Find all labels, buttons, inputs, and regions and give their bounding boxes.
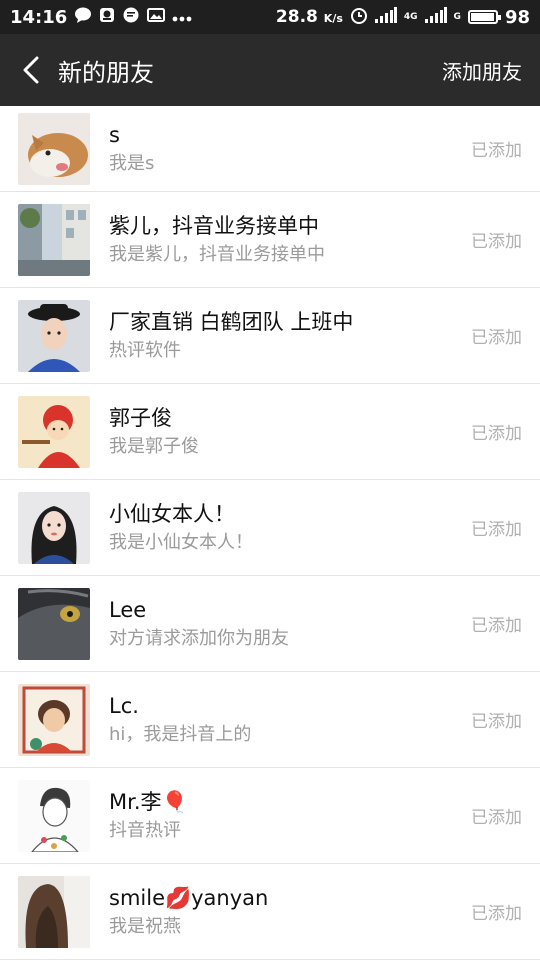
- friend-info: 厂家直销 白鹤团队 上班中 热评软件: [109, 307, 462, 365]
- signal-2-icon: [424, 7, 447, 27]
- avatar: [18, 299, 90, 372]
- friend-name: 厂家直销 白鹤团队 上班中: [109, 309, 354, 334]
- friend-name: Lc.: [109, 693, 139, 718]
- friend-info: 小仙女本人！ 我是小仙女本人！: [109, 499, 462, 557]
- friend-message: hi，我是抖音上的: [109, 723, 252, 745]
- friend-name: 紫儿，抖音业务接单中: [109, 213, 319, 238]
- avatar: [18, 491, 90, 564]
- friend-info: 郭子俊 我是郭子俊: [109, 403, 462, 461]
- network-speed-unit: K/s: [323, 12, 343, 25]
- added-status: 已添加: [471, 520, 522, 540]
- network-speed: 28.8 K/s: [276, 7, 343, 27]
- avatar: [18, 203, 90, 276]
- friend-request-list: s 我是s 已添加 紫儿，抖音业务接单中 我是紫儿，抖音业务接单中 已添加 厂家…: [0, 106, 540, 960]
- friend-info: Lc. hi，我是抖音上的: [109, 691, 462, 749]
- friend-message: 我是祝燕: [109, 915, 181, 937]
- battery-icon: [467, 10, 501, 24]
- added-status: 已添加: [471, 232, 522, 252]
- avatar: [18, 779, 90, 852]
- friend-message: 对方请求添加你为朋友: [109, 627, 289, 649]
- added-status: 已添加: [471, 808, 522, 828]
- friend-name: smile💋yanyan: [109, 885, 269, 910]
- friend-info: s 我是s: [109, 120, 462, 178]
- added-status: 已添加: [471, 424, 522, 444]
- message-notification-icon: [122, 7, 140, 27]
- friend-message: 我是紫儿，抖音业务接单中: [109, 243, 325, 265]
- friend-info: 紫儿，抖音业务接单中 我是紫儿，抖音业务接单中: [109, 211, 462, 269]
- add-friend-button[interactable]: 添加朋友: [442, 56, 522, 85]
- friend-message: 抖音热评: [109, 819, 181, 841]
- list-item[interactable]: 紫儿，抖音业务接单中 我是紫儿，抖音业务接单中 已添加: [0, 192, 540, 288]
- list-item[interactable]: s 我是s 已添加: [0, 106, 540, 192]
- list-item[interactable]: smile💋yanyan 我是祝燕 已添加: [0, 864, 540, 960]
- network-type-label: 4G: [403, 12, 418, 22]
- status-left: 14:16: [10, 7, 192, 28]
- battery-level: 98: [504, 6, 530, 28]
- added-status: 已添加: [471, 904, 522, 924]
- list-item[interactable]: Lc. hi，我是抖音上的 已添加: [0, 672, 540, 768]
- friend-message: 热评软件: [109, 339, 181, 361]
- friend-name: Lee: [109, 597, 147, 622]
- avatar: [18, 683, 90, 756]
- friend-info: smile💋yanyan 我是祝燕: [109, 883, 462, 941]
- alarm-icon: [350, 6, 368, 28]
- list-item[interactable]: Mr.李🎈 抖音热评 已添加: [0, 768, 540, 864]
- signal-1-icon: [374, 7, 397, 27]
- list-item[interactable]: 厂家直销 白鹤团队 上班中 热评软件 已添加: [0, 288, 540, 384]
- qq-notification-icon: [99, 7, 115, 27]
- friend-name: Mr.李🎈: [109, 789, 188, 814]
- network-type-label-2: G: [453, 12, 461, 22]
- added-status: 已添加: [471, 141, 522, 161]
- friend-name: 小仙女本人！: [109, 501, 235, 526]
- added-status: 已添加: [471, 616, 522, 636]
- list-item[interactable]: 小仙女本人！ 我是小仙女本人！ 已添加: [0, 480, 540, 576]
- avatar: [18, 587, 90, 660]
- page-title: 新的朋友: [58, 58, 154, 87]
- friend-message: 我是小仙女本人！: [109, 531, 253, 553]
- added-status: 已添加: [471, 712, 522, 732]
- friend-message: 我是s: [109, 152, 155, 174]
- friend-name: 郭子俊: [109, 405, 172, 430]
- list-item[interactable]: Lee 对方请求添加你为朋友 已添加: [0, 576, 540, 672]
- chat-notification-icon: [74, 7, 92, 27]
- avatar: [18, 395, 90, 468]
- avatar: [18, 112, 90, 185]
- status-right: 28.8 K/s 4G G 98: [276, 6, 530, 28]
- more-notifications-icon: [172, 8, 192, 26]
- list-item[interactable]: 郭子俊 我是郭子俊 已添加: [0, 384, 540, 480]
- nav-bar: 新的朋友 添加朋友: [0, 34, 540, 106]
- status-time: 14:16: [10, 6, 68, 28]
- avatar: [18, 875, 90, 948]
- back-arrow-icon[interactable]: [18, 52, 44, 88]
- friend-message: 我是郭子俊: [109, 435, 199, 457]
- friend-name: s: [109, 122, 120, 147]
- friend-info: Lee 对方请求添加你为朋友: [109, 595, 462, 653]
- friend-info: Mr.李🎈 抖音热评: [109, 787, 462, 845]
- image-notification-icon: [147, 7, 166, 27]
- added-status: 已添加: [471, 328, 522, 348]
- network-speed-value: 28.8: [275, 7, 318, 27]
- status-bar: 14:16 28.8 K/s 4G G 98: [0, 0, 540, 34]
